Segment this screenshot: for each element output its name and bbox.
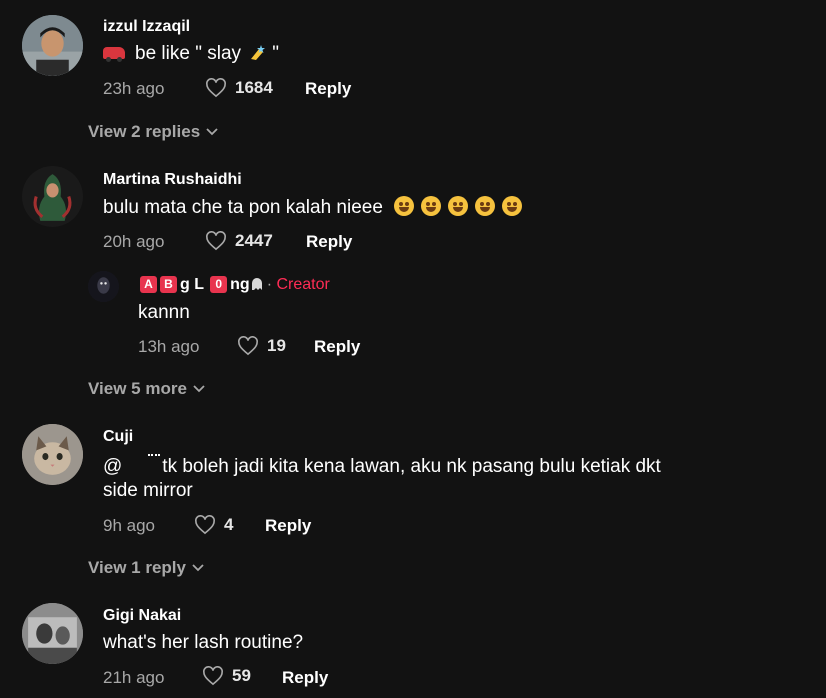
author-badge: B [160, 276, 177, 293]
avatar-image [22, 15, 83, 76]
like-button[interactable]: 2447 [205, 231, 273, 251]
author-name-tail: ng [230, 276, 250, 293]
heart-icon [206, 78, 226, 98]
comment-text-line1: tk boleh jadi kita kena lawan, aku nk pa… [162, 456, 661, 477]
comment-text: bulu mata che ta pon kalah nieee [103, 196, 529, 219]
dots-glyph-icon [148, 454, 161, 462]
comment-timestamp: 21h ago [103, 668, 165, 687]
avatar[interactable] [22, 166, 83, 227]
comment-text: what's her lash routine? [103, 632, 304, 653]
like-button[interactable]: 59 [202, 666, 251, 686]
comment-timestamp: 23h ago [103, 79, 165, 98]
avatar-image [22, 424, 83, 485]
grinning-emoji-icon [502, 196, 523, 216]
author-badge: 0 [210, 276, 228, 293]
heart-icon [203, 666, 223, 686]
comment-text-body: be like " slay [135, 43, 242, 64]
view-more-button[interactable]: View 5 more [88, 379, 205, 399]
chevron-down-icon [192, 564, 204, 572]
view-replies-label: View 2 replies [88, 122, 201, 141]
reply-author[interactable]: ABg L 0 ng · Creator [140, 276, 330, 294]
reply-button[interactable]: Reply [314, 337, 360, 357]
comment-text: be like " slay " [103, 43, 279, 65]
avatar[interactable] [22, 424, 83, 485]
comment-text-suffix: " [272, 43, 280, 64]
comment-text-body: bulu mata che ta pon kalah nieee [103, 197, 383, 218]
like-count: 2447 [235, 231, 273, 250]
like-count: 1684 [235, 78, 273, 97]
avatar-image [22, 166, 83, 227]
like-button[interactable]: 4 [194, 515, 233, 535]
reply-button[interactable]: Reply [265, 516, 311, 536]
avatar-image [88, 271, 119, 302]
like-count: 4 [224, 515, 234, 534]
reply-button[interactable]: Reply [306, 232, 352, 252]
reply-button[interactable]: Reply [305, 79, 351, 99]
laughing-emoji-icon [448, 196, 469, 216]
ghost-emoji-icon [251, 277, 263, 290]
separator-dot: · [266, 276, 273, 293]
reply-timestamp: 13h ago [138, 337, 200, 356]
laughing-emoji-icon [421, 196, 442, 216]
comment-author[interactable]: Martina Rushaidhi [103, 171, 242, 189]
heart-icon [206, 231, 226, 251]
comment-author[interactable]: Gigi Nakai [103, 607, 181, 625]
grinning-emoji-icon [475, 196, 496, 216]
creator-label: Creator [276, 276, 330, 293]
chevron-down-icon [193, 385, 205, 393]
reply-button[interactable]: Reply [282, 668, 328, 688]
comment-text-continued: side mirror [103, 480, 193, 501]
chevron-down-icon [206, 128, 218, 136]
reply-text: kannn [138, 302, 190, 323]
view-replies-button[interactable]: View 1 reply [88, 558, 204, 578]
like-button[interactable]: 19 [237, 336, 286, 356]
car-emoji-icon [103, 47, 125, 62]
author-name-mid: g L [180, 276, 204, 293]
view-replies-button[interactable]: View 2 replies [88, 122, 218, 142]
heart-icon [238, 336, 258, 356]
avatar-image [22, 603, 83, 664]
avatar[interactable] [88, 271, 119, 302]
like-count: 19 [267, 336, 286, 355]
comment-author[interactable]: izzul Izzaqil [103, 18, 190, 36]
sparkle-hand-emoji-icon [249, 43, 269, 61]
view-more-label: View 5 more [88, 379, 187, 398]
mention-link[interactable]: @ [103, 456, 122, 477]
avatar[interactable] [22, 15, 83, 76]
comment-text: @ tk boleh jadi kita kena lawan, aku nk p… [103, 454, 661, 478]
view-replies-label: View 1 reply [88, 558, 186, 577]
comment-timestamp: 9h ago [103, 516, 155, 535]
comment-author[interactable]: Cuji [103, 428, 133, 446]
laughing-emoji-icon [394, 196, 415, 216]
like-count: 59 [232, 666, 251, 685]
comment-timestamp: 20h ago [103, 232, 165, 251]
heart-icon [195, 515, 215, 535]
author-badge: A [140, 276, 157, 293]
avatar[interactable] [22, 603, 83, 664]
like-button[interactable]: 1684 [205, 78, 273, 98]
